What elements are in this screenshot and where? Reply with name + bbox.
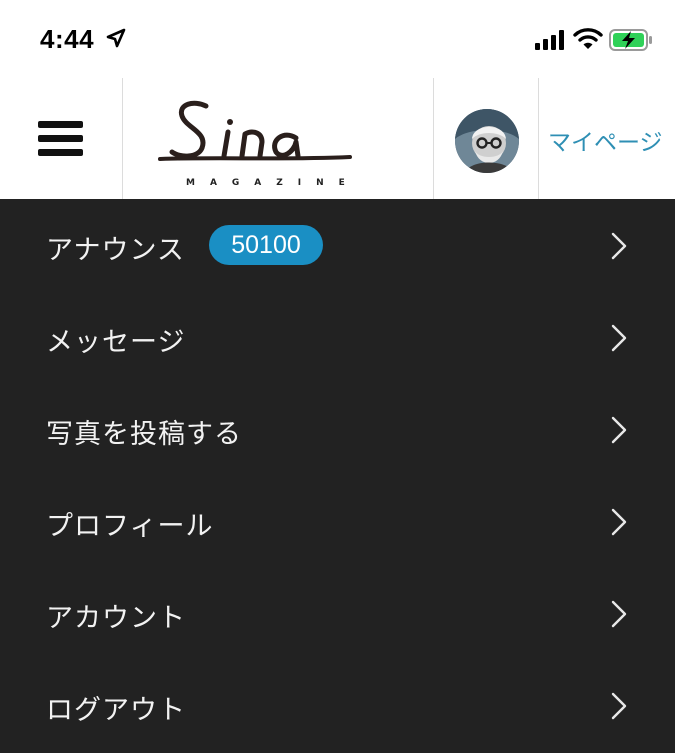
chevron-right-icon (611, 416, 627, 444)
status-bar: 4:44 (0, 0, 675, 78)
header-divider (538, 78, 539, 199)
user-avatar[interactable] (455, 109, 519, 173)
chevron-right-icon (611, 692, 627, 720)
location-arrow-icon (106, 28, 126, 48)
chevron-right-icon (611, 600, 627, 628)
menu-item-account[interactable]: アカウント (0, 567, 675, 659)
header-divider (433, 78, 434, 199)
menu-item-announcements[interactable]: アナウンス 50100 (0, 199, 675, 291)
menu-item-label: ログアウト (46, 695, 186, 726)
chevron-right-icon (611, 324, 627, 352)
site-header: MAGAZINE マイページ (0, 78, 675, 199)
menu-item-label: メッセージ (46, 327, 186, 358)
menu-item-post-photo[interactable]: 写真を投稿する (0, 383, 675, 475)
wifi-icon (573, 28, 603, 49)
status-time: 4:44 (40, 24, 95, 54)
hamburger-menu-icon[interactable] (38, 121, 83, 157)
header-divider (122, 78, 123, 199)
chevron-right-icon (611, 232, 627, 260)
logo-subtext: MAGAZINE (186, 178, 360, 188)
menu-item-label: アナウンス (46, 235, 185, 266)
menu-item-label: プロフィール (46, 511, 214, 542)
battery-charging-icon (609, 29, 652, 51)
avatar-image (455, 109, 519, 173)
menu-item-profile[interactable]: プロフィール (0, 475, 675, 567)
menu-item-label: 写真を投稿する (46, 419, 242, 450)
notification-count-badge: 50100 (209, 225, 323, 265)
nav-menu-panel: アナウンス 50100 メッセージ 写真を投稿する プロフィール アカウント ロ… (0, 199, 675, 753)
chevron-right-icon (611, 508, 627, 536)
mypage-link[interactable]: マイページ (548, 123, 663, 157)
cellular-signal-icon (535, 30, 564, 50)
menu-item-logout[interactable]: ログアウト (0, 659, 675, 751)
menu-item-messages[interactable]: メッセージ (0, 291, 675, 383)
menu-item-label: アカウント (46, 603, 186, 634)
